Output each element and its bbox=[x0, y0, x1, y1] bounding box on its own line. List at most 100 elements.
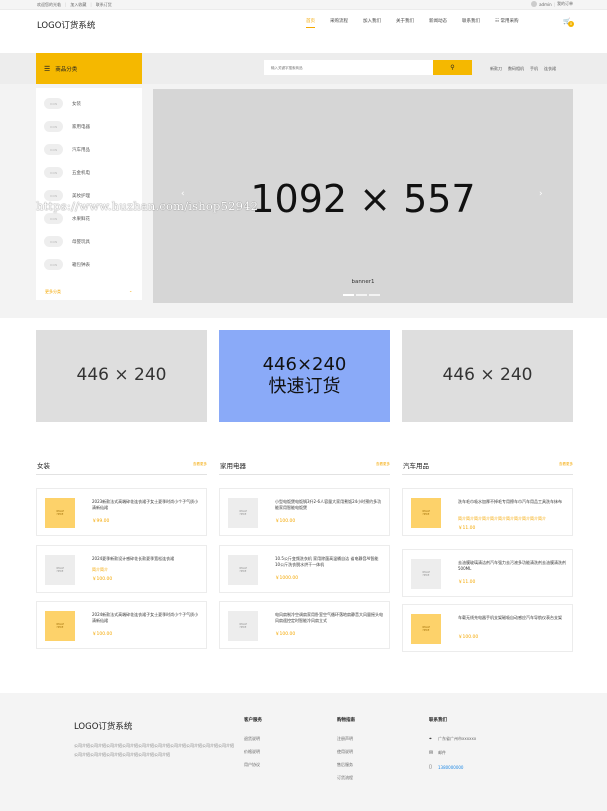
footer-shopping-guide: 购物指南 注册声明 使用说明 售后服务 订货流程 bbox=[337, 717, 355, 788]
footer-col-title: 客户服务 bbox=[244, 718, 262, 723]
product-card[interactable]: IMAGE HERE 2024夏季新款设计感碎花长款夏季宽松连衣裙 简介简介 ￥1… bbox=[36, 545, 207, 593]
category-item[interactable]: ICON 女装 bbox=[44, 98, 81, 109]
cart-icon[interactable]: 🛒 0 bbox=[563, 18, 574, 27]
product-image[interactable]: IMAGE HERE bbox=[45, 611, 75, 641]
cart-badge: 0 bbox=[568, 21, 574, 27]
add-favorite-link[interactable]: 加入收藏 bbox=[70, 2, 86, 8]
product-image[interactable]: IMAGE HERE bbox=[228, 555, 258, 585]
header bbox=[0, 10, 607, 53]
view-more-link[interactable]: 查看更多 bbox=[559, 462, 573, 467]
product-image[interactable]: IMAGE HERE bbox=[411, 614, 441, 644]
category-toggle[interactable]: ☰ 商品分类 bbox=[36, 53, 142, 84]
product-card[interactable]: IMAGE HERE 去油膜玻璃清洁剂汽车强力去污液多功能清洗剂去油膜清洗剂500… bbox=[402, 549, 573, 597]
category-icon: ICON bbox=[44, 236, 63, 247]
my-orders-link[interactable]: 我的订单 bbox=[557, 1, 573, 7]
nav-join-us[interactable]: 加入我们 bbox=[363, 18, 381, 28]
nav-home[interactable]: 首页 bbox=[306, 18, 315, 28]
search-button[interactable]: ⚲ bbox=[433, 60, 472, 75]
promo-card[interactable]: 446 × 240 bbox=[36, 330, 207, 422]
top-bar: 欢迎您的光临 | 加入收藏 | 联系订货 admin | 我的订单 bbox=[0, 0, 607, 10]
view-more-link[interactable]: 查看更多 bbox=[193, 462, 207, 467]
welcome-text: 欢迎您的光临 bbox=[37, 2, 61, 7]
product-name[interactable]: 10.5公斤变频洗衣机 家用除菌高温桶自洁 省电静音AI智能 10公斤洗衣脱水烘… bbox=[275, 556, 383, 568]
contact-phone: ▯ 1380000000 bbox=[429, 764, 464, 770]
footer-link[interactable]: 价格说明 bbox=[244, 749, 262, 755]
product-image[interactable]: IMAGE HERE bbox=[411, 498, 441, 528]
product-name[interactable]: 电风扇制冷空调扇家用卧室空气循环落地扇静音大风量摇头电风扇遥控定时智能冷风扇立式 bbox=[275, 612, 383, 624]
chevron-right-icon[interactable]: › bbox=[539, 189, 543, 199]
more-categories-link[interactable]: 更多分类 bbox=[45, 289, 61, 295]
product-card[interactable]: IMAGE HERE 洗车毛巾吸水加厚不掉毛专用擦车巾汽车用品工具洗车抹布 简介简… bbox=[402, 488, 573, 536]
hot-word[interactable]: 手机 bbox=[530, 66, 538, 72]
product-image[interactable]: IMAGE HERE bbox=[228, 498, 258, 528]
category-item[interactable]: ICON 水果鲜花 bbox=[44, 213, 90, 224]
product-price: ￥100.00 bbox=[275, 632, 296, 637]
section-auto: 汽车用品 查看更多 IMAGE HERE 洗车毛巾吸水加厚不掉毛专用擦车巾汽车用品… bbox=[402, 455, 573, 652]
nav-news[interactable]: 新闻动态 bbox=[429, 18, 447, 28]
hot-word[interactable]: 新款刀 bbox=[490, 66, 502, 72]
chevron-left-icon[interactable]: ‹ bbox=[181, 189, 185, 199]
menu-icon: ☰ bbox=[44, 64, 51, 73]
product-name[interactable]: 2024新款法式高端碎花连衣裙子女士夏季时尚小个子气质小清新仙裙 bbox=[92, 612, 200, 624]
mail-icon: ✉ bbox=[429, 750, 434, 756]
quick-order-card[interactable]: 446×240 快速订货 bbox=[219, 330, 390, 422]
product-image[interactable]: IMAGE HERE bbox=[45, 555, 75, 585]
main-nav: 首页 采购流程 加入我们 关于我们 新闻动态 联系我们 ☷ 常用采购 bbox=[306, 18, 533, 28]
product-price: ￥100.00 bbox=[92, 632, 113, 637]
view-more-link[interactable]: 查看更多 bbox=[376, 462, 390, 467]
section-header: 女装 查看更多 bbox=[36, 455, 207, 475]
footer-customer-service: 客户服务 退货说明 价格说明 用户协议 bbox=[244, 717, 262, 775]
search-box: ⚲ bbox=[264, 60, 472, 75]
carousel-dot[interactable] bbox=[343, 294, 354, 296]
footer-link[interactable]: 售后服务 bbox=[337, 762, 355, 768]
category-icon: ICON bbox=[44, 98, 63, 109]
search-input[interactable] bbox=[264, 60, 433, 75]
nav-about[interactable]: 关于我们 bbox=[396, 18, 414, 28]
contact-order-link[interactable]: 联系订货 bbox=[96, 2, 112, 8]
footer-logo: LOGO订货系统 bbox=[74, 722, 133, 732]
category-item[interactable]: ICON 家用电器 bbox=[44, 121, 90, 132]
product-name[interactable]: 小型电饭煲电饭锅3升2-6人容量大家用煮饭24小时预约多功能家用智能电饭煲 bbox=[275, 499, 383, 511]
section-womens: 女装 查看更多 IMAGE HERE 2023新款法式高端碎花连衣裙子女士夏季时尚… bbox=[36, 455, 207, 649]
chevron-down-icon[interactable]: ⌄ bbox=[129, 288, 132, 293]
hot-word[interactable]: 连衣裙 bbox=[544, 66, 556, 72]
category-item[interactable]: ICON 汽车用品 bbox=[44, 144, 90, 155]
nav-contact[interactable]: 联系我们 bbox=[462, 18, 480, 28]
product-name[interactable]: 洗车毛巾吸水加厚不掉毛专用擦车巾汽车用品工具洗车抹布 bbox=[458, 499, 566, 505]
product-name[interactable]: 2023新款法式高端碎花连衣裙子女士夏季时尚小个子气质小清新仙裙 bbox=[92, 499, 200, 511]
search-icon: ⚲ bbox=[450, 64, 455, 71]
avatar[interactable] bbox=[531, 1, 538, 7]
category-item[interactable]: ICON 五金机电 bbox=[44, 167, 90, 178]
hot-word[interactable]: 数码相机 bbox=[508, 66, 524, 72]
footer-link[interactable]: 退货说明 bbox=[244, 736, 262, 742]
product-name[interactable]: 车载无线充电器手机支架磁吸自动感应汽车导航仪表台支架 bbox=[458, 615, 566, 621]
product-image[interactable]: IMAGE HERE bbox=[228, 611, 258, 641]
product-card[interactable]: IMAGE HERE 10.5公斤变频洗衣机 家用除菌高温桶自洁 省电静音AI智能… bbox=[219, 545, 390, 593]
category-item[interactable]: ICON 母婴玩具 bbox=[44, 236, 90, 247]
category-item[interactable]: ICON 箱包钟表 bbox=[44, 259, 90, 270]
product-image[interactable]: IMAGE HERE bbox=[45, 498, 75, 528]
footer-link[interactable]: 订货流程 bbox=[337, 775, 355, 781]
footer-link[interactable]: 用户协议 bbox=[244, 762, 262, 768]
username[interactable]: admin bbox=[539, 2, 552, 7]
product-card[interactable]: IMAGE HERE 小型电饭煲电饭锅3升2-6人容量大家用煮饭24小时预约多功能… bbox=[219, 488, 390, 536]
category-icon: ICON bbox=[44, 213, 63, 224]
carousel-dot[interactable] bbox=[369, 294, 380, 296]
nav-common-purchase[interactable]: ☷ 常用采购 bbox=[495, 18, 518, 28]
footer-col-title: 购物指南 bbox=[337, 718, 355, 723]
product-name[interactable]: 2024夏季新款设计感碎花长款夏季宽松连衣裙 bbox=[92, 556, 200, 562]
product-price: ￥100.00 bbox=[275, 519, 296, 524]
product-card[interactable]: IMAGE HERE 电风扇制冷空调扇家用卧室空气循环落地扇静音大风量摇头电风扇遥… bbox=[219, 601, 390, 649]
footer-link[interactable]: 使用说明 bbox=[337, 749, 355, 755]
product-name[interactable]: 去油膜玻璃清洁剂汽车强力去污液多功能清洗剂去油膜清洗剂500ML bbox=[458, 560, 566, 572]
product-image[interactable]: IMAGE HERE bbox=[411, 559, 441, 589]
nav-purchase-flow[interactable]: 采购流程 bbox=[330, 18, 348, 28]
site-logo[interactable]: LOGO订货系统 bbox=[37, 19, 95, 31]
product-card[interactable]: IMAGE HERE 车载无线充电器手机支架磁吸自动感应汽车导航仪表台支架 ￥10… bbox=[402, 604, 573, 652]
footer-link[interactable]: 注册声明 bbox=[337, 736, 355, 742]
carousel-dot[interactable] bbox=[356, 294, 367, 296]
product-card[interactable]: IMAGE HERE 2023新款法式高端碎花连衣裙子女士夏季时尚小个子气质小清新… bbox=[36, 488, 207, 536]
product-card[interactable]: IMAGE HERE 2024新款法式高端碎花连衣裙子女士夏季时尚小个子气质小清新… bbox=[36, 601, 207, 649]
promo-card[interactable]: 446 × 240 bbox=[402, 330, 573, 422]
banner-carousel[interactable]: 1092 × 557 ‹ › banner1 bbox=[153, 89, 573, 303]
